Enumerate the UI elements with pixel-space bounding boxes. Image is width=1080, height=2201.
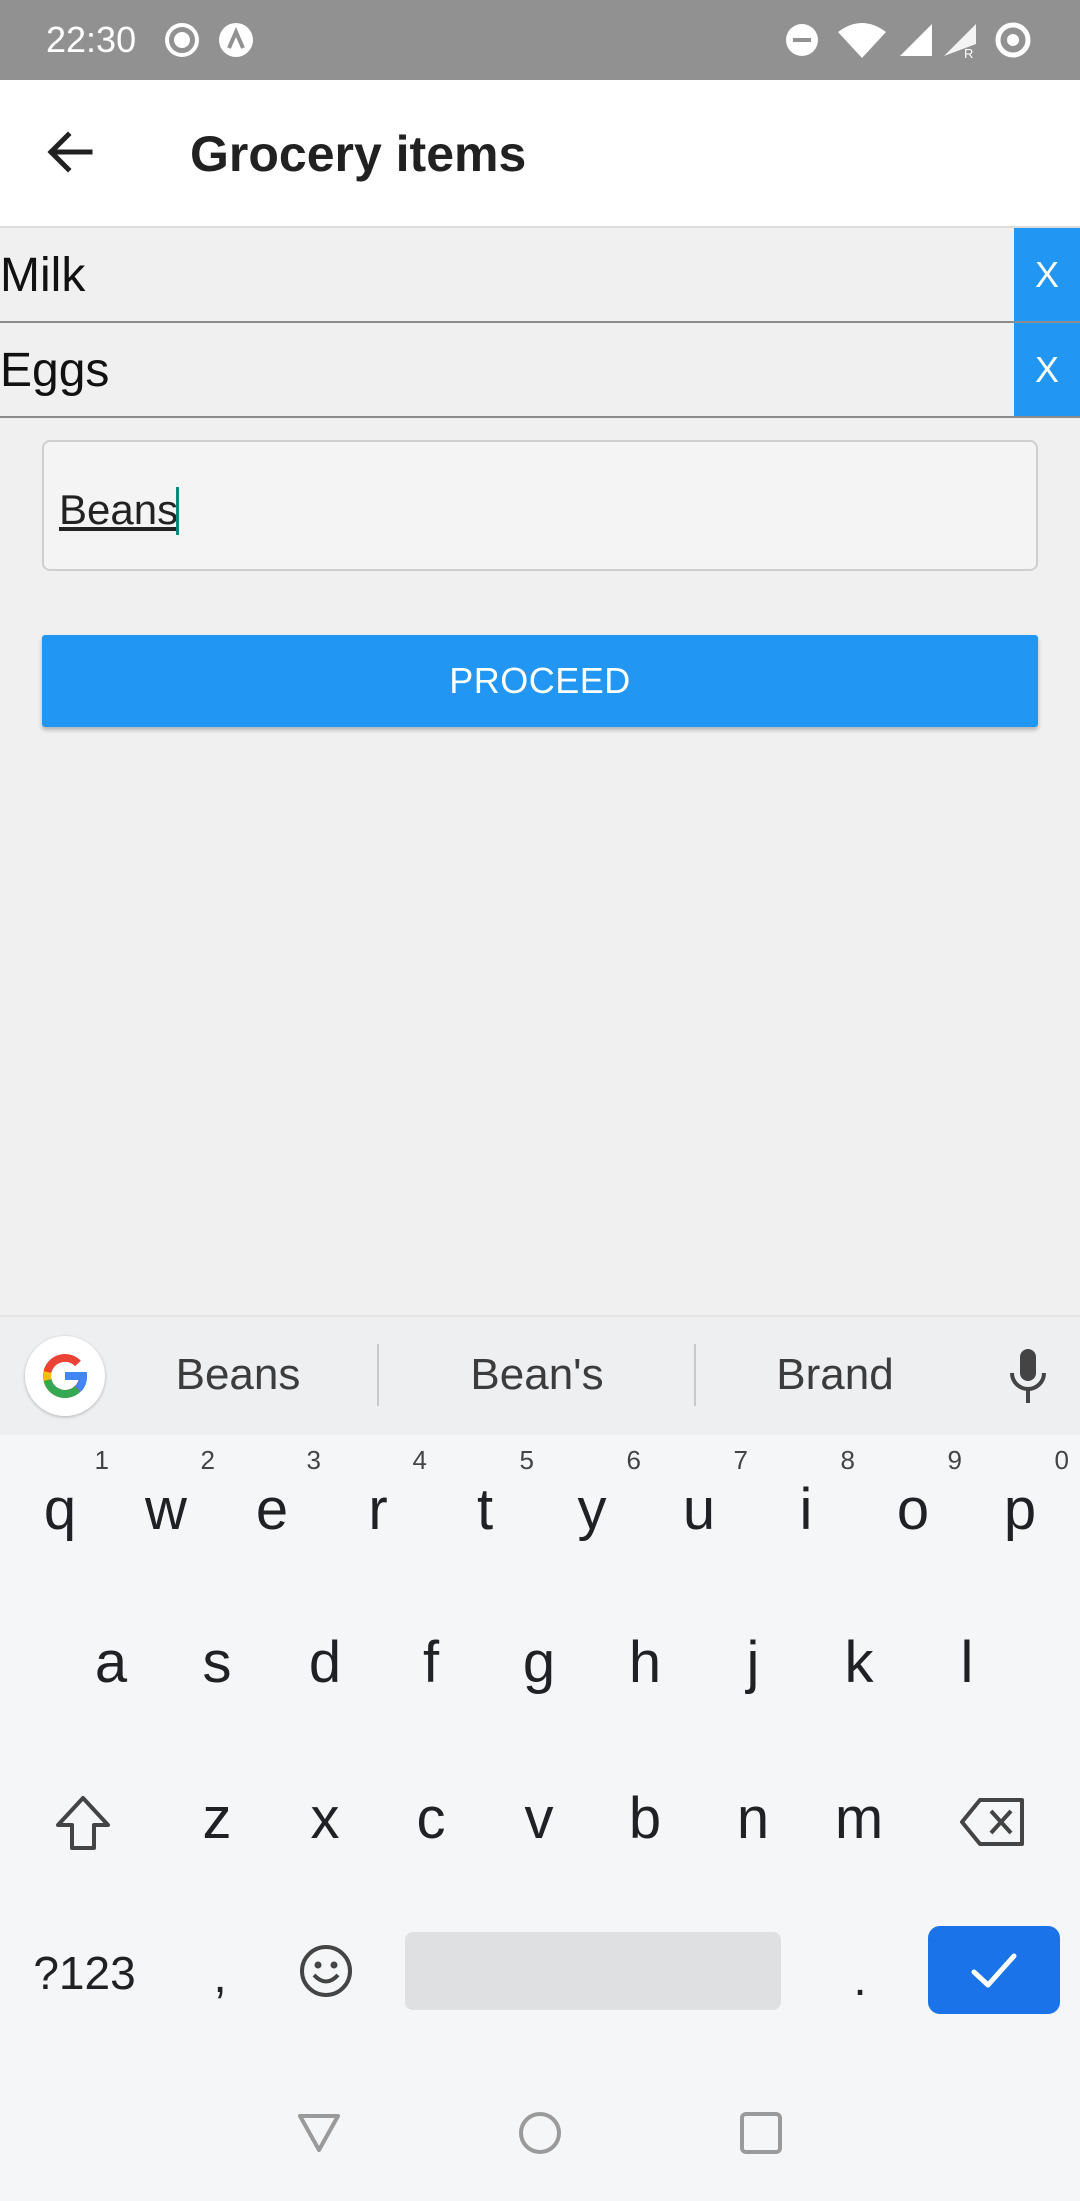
page-title: Grocery items	[190, 126, 527, 182]
key-f[interactable]: f	[386, 1628, 476, 1698]
suggestion-item[interactable]: Beans	[93, 1347, 383, 1403]
svg-text:R: R	[964, 46, 973, 60]
space-key[interactable]	[405, 1932, 781, 2010]
key-p[interactable]: p0	[975, 1445, 1069, 1545]
key-k[interactable]: k	[814, 1628, 904, 1698]
record-icon	[165, 23, 199, 57]
list-item: Milk X	[0, 228, 1080, 323]
key-r[interactable]: r4	[333, 1445, 427, 1545]
signal-icon	[900, 24, 932, 56]
key-comma[interactable]: ,	[175, 1942, 265, 2012]
key-t[interactable]: t5	[440, 1445, 534, 1545]
key-n[interactable]: n	[708, 1784, 798, 1854]
nav-back-icon[interactable]	[294, 2108, 344, 2158]
microphone-icon[interactable]	[1005, 1347, 1051, 1407]
list-item-label: Eggs	[0, 344, 110, 397]
app-bar: Grocery items	[0, 80, 1080, 228]
key-x[interactable]: x	[280, 1784, 370, 1854]
key-a[interactable]: a	[66, 1628, 156, 1698]
suggestion-item[interactable]: Brand	[690, 1347, 980, 1403]
key-e[interactable]: e3	[227, 1445, 321, 1545]
item-input[interactable]: Beans	[42, 440, 1038, 571]
proceed-button[interactable]: PROCEED	[42, 635, 1038, 727]
check-icon	[971, 1953, 1017, 1988]
suggestion-divider	[377, 1344, 379, 1406]
wifi-icon	[838, 23, 886, 58]
key-q[interactable]: q1	[15, 1445, 109, 1545]
key-m[interactable]: m	[814, 1784, 904, 1854]
suggestion-bar: Beans Bean's Brand	[0, 1317, 1080, 1435]
key-b[interactable]: b	[600, 1784, 690, 1854]
key-g[interactable]: g	[494, 1628, 584, 1698]
key-l[interactable]: l	[922, 1628, 1012, 1698]
key-i[interactable]: i8	[761, 1445, 855, 1545]
key-h[interactable]: h	[600, 1628, 690, 1698]
status-bar: 22:30 R	[0, 0, 1080, 80]
arrow-left-icon[interactable]	[40, 122, 100, 182]
a-badge-icon	[219, 23, 253, 57]
backspace-icon[interactable]	[958, 1794, 1028, 1850]
delete-button[interactable]: X	[1014, 228, 1080, 321]
nav-home-icon[interactable]	[515, 2108, 565, 2158]
key-o[interactable]: o9	[868, 1445, 962, 1545]
item-input-value: Beans	[59, 486, 179, 533]
dnd-icon	[786, 24, 818, 56]
status-time: 22:30	[46, 19, 137, 60]
delete-button[interactable]: X	[1014, 323, 1080, 416]
key-s[interactable]: s	[172, 1628, 262, 1698]
signal-roaming-icon: R	[944, 24, 976, 60]
key-z[interactable]: z	[172, 1784, 262, 1854]
key-period[interactable]: .	[815, 1945, 905, 2015]
enter-key[interactable]	[928, 1926, 1060, 2014]
key-v[interactable]: v	[494, 1784, 584, 1854]
key-c[interactable]: c	[386, 1784, 476, 1854]
key-y[interactable]: y6	[547, 1445, 642, 1545]
ring-icon	[995, 22, 1031, 58]
text-caret	[176, 487, 179, 535]
list-item-label: Milk	[0, 249, 86, 302]
key-u[interactable]: u7	[654, 1445, 748, 1545]
key-j[interactable]: j	[708, 1628, 798, 1698]
shift-icon[interactable]	[52, 1792, 114, 1854]
key-d[interactable]: d	[280, 1628, 370, 1698]
nav-recents-icon[interactable]	[736, 2108, 786, 2158]
list-item: Eggs X	[0, 323, 1080, 418]
symbols-key[interactable]: ?123	[22, 1945, 147, 2001]
soft-keyboard: Beans Bean's Brand	[0, 1315, 1080, 2201]
key-w[interactable]: w2	[121, 1445, 215, 1545]
emoji-icon[interactable]	[297, 1942, 355, 2000]
suggestion-item[interactable]: Bean's	[392, 1347, 682, 1403]
